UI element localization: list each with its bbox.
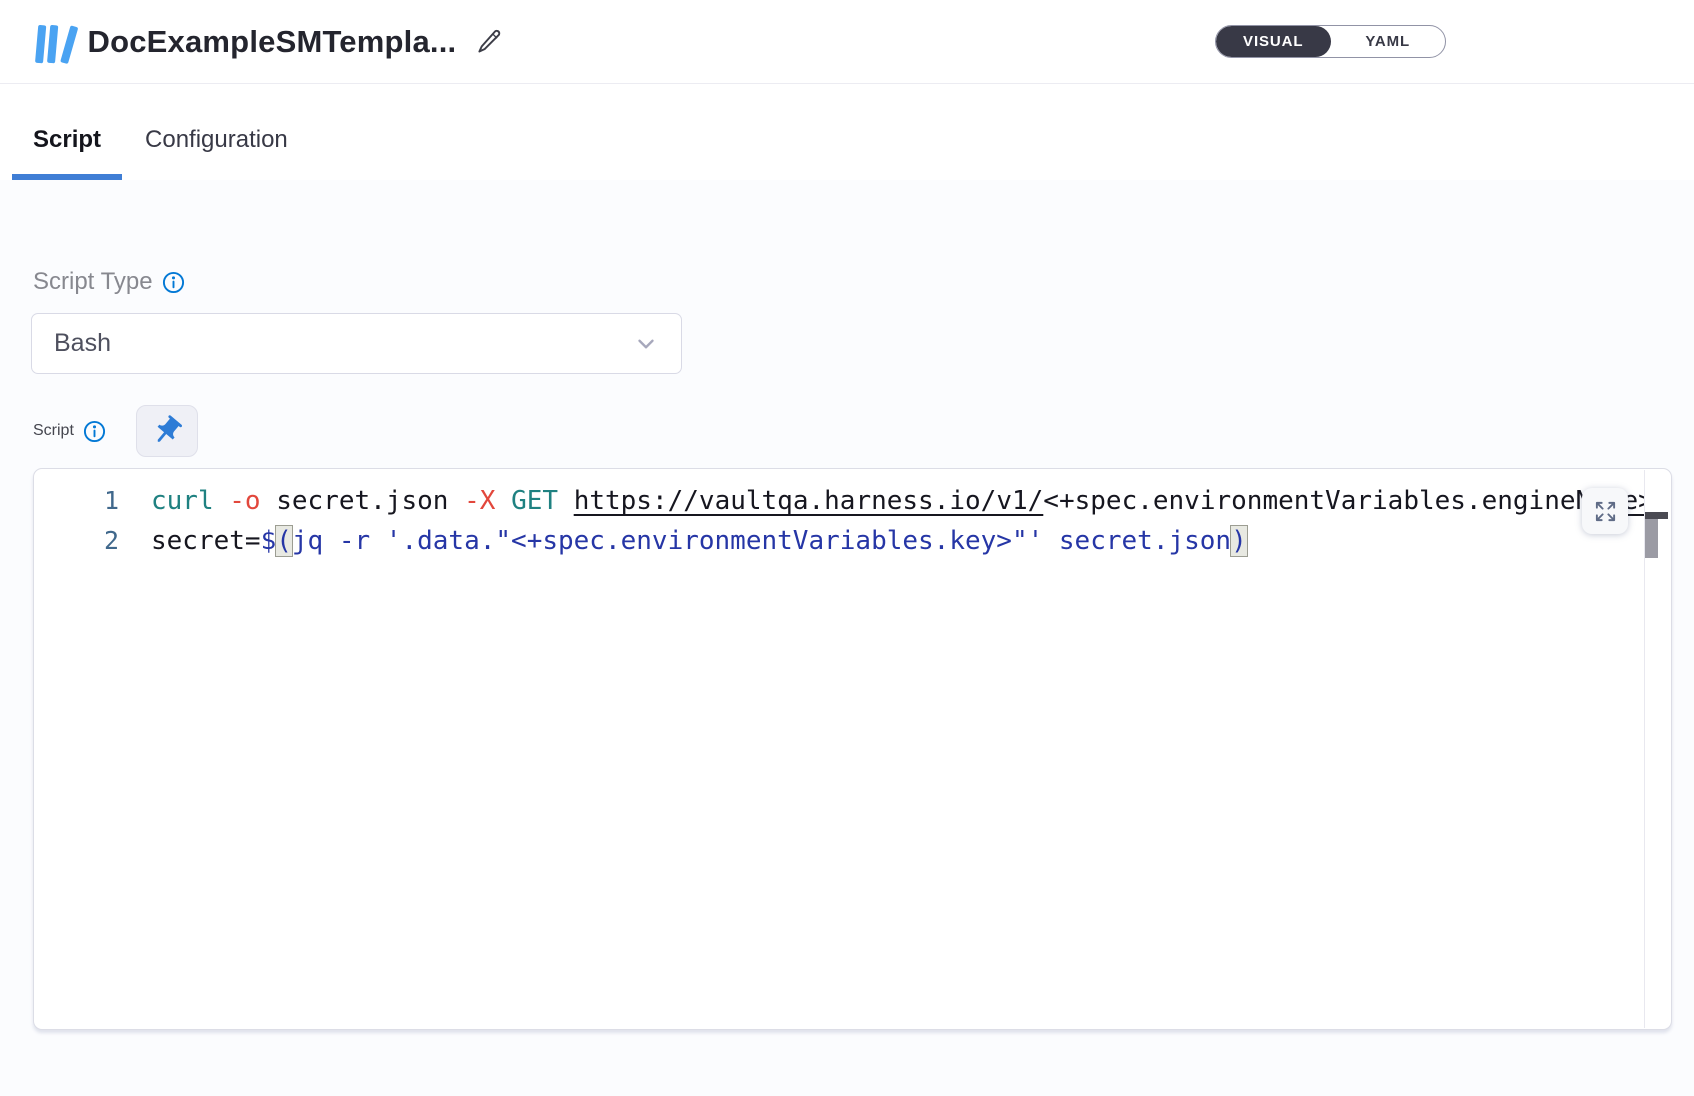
expand-icon — [1594, 500, 1617, 523]
tab-script[interactable]: Script — [12, 126, 122, 180]
script-label-row: Script — [33, 405, 198, 457]
tab-configuration[interactable]: Configuration — [124, 126, 309, 180]
expand-editor-button[interactable] — [1582, 488, 1628, 534]
toggle-visual-button[interactable]: VISUAL — [1216, 26, 1331, 57]
pencil-icon — [476, 28, 503, 55]
script-editor: 1 curl -o secret.json -X GET https://vau… — [33, 468, 1672, 1030]
code-line: 1 curl -o secret.json -X GET https://vau… — [34, 481, 1644, 521]
script-type-value: Bash — [54, 329, 111, 358]
toggle-yaml-button[interactable]: YAML — [1331, 26, 1446, 57]
script-type-label: Script Type — [33, 268, 153, 296]
pin-button[interactable] — [136, 405, 198, 457]
code-line: 2 secret=$(jq -r '.data."<+spec.environm… — [34, 521, 1644, 561]
chevron-down-icon — [633, 331, 659, 357]
scrollbar-thumb[interactable] — [1645, 519, 1658, 558]
pin-icon — [143, 407, 191, 455]
header: DocExampleSMTempla... VISUAL YAML — [0, 0, 1694, 84]
line-number: 1 — [34, 481, 119, 521]
info-icon[interactable] — [83, 420, 106, 443]
page-title: DocExampleSMTempla... — [88, 24, 457, 60]
editor-scrollbar[interactable] — [1644, 470, 1671, 1028]
script-type-select[interactable]: Bash — [31, 313, 682, 374]
code-text: secret=$(jq -r '.data."<+spec.environmen… — [119, 521, 1247, 561]
edit-title-button[interactable] — [476, 28, 503, 55]
script-label: Script — [33, 422, 74, 440]
info-icon[interactable] — [162, 271, 185, 294]
step-form: Script Type Bash Script 1 curl -o secret… — [0, 180, 1694, 1096]
script-type-label-row: Script Type — [33, 268, 185, 296]
visual-yaml-toggle: VISUAL YAML — [1215, 25, 1446, 58]
code-area[interactable]: 1 curl -o secret.json -X GET https://vau… — [34, 469, 1644, 1027]
code-text: curl -o secret.json -X GET https://vault… — [119, 481, 1644, 521]
template-library-icon — [35, 21, 72, 63]
line-number: 2 — [34, 521, 119, 561]
scrollbar-cap — [1645, 512, 1668, 519]
tab-bar: Script Configuration — [0, 84, 1694, 180]
